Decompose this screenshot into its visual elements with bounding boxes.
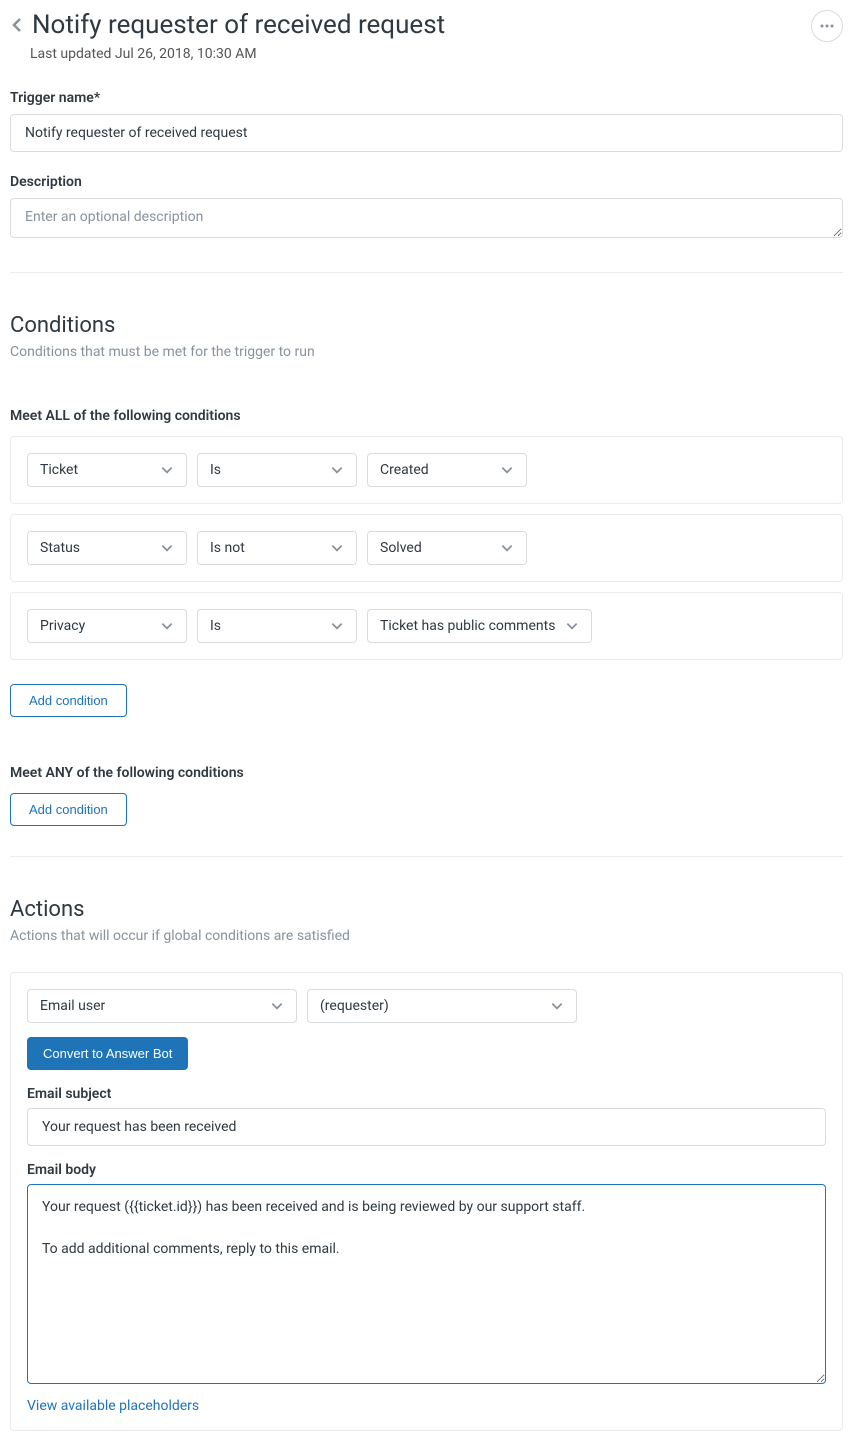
meet-all-label: Meet ALL of the following conditions [10,408,843,424]
actions-subtitle: Actions that will occur if global condit… [10,928,843,944]
condition-field-select[interactable]: Status [27,531,187,565]
chevron-down-icon [330,541,344,555]
select-value: Ticket [40,462,78,478]
select-value: Privacy [40,618,85,634]
chevron-down-icon [500,463,514,477]
condition-value-select[interactable]: Created [367,453,527,487]
conditions-title: Conditions [10,313,843,338]
select-value: Is not [210,540,245,556]
chevron-down-icon [565,619,579,633]
chevron-down-icon [500,541,514,555]
chevron-down-icon [160,619,174,633]
email-subject-label: Email subject [27,1086,826,1102]
select-value: (requester) [320,998,389,1014]
select-value: Ticket has public comments [380,618,555,634]
convert-answer-bot-button[interactable]: Convert to Answer Bot [27,1037,188,1070]
meet-any-label: Meet ANY of the following conditions [10,765,843,781]
condition-field-select[interactable]: Privacy [27,609,187,643]
chevron-down-icon [160,541,174,555]
condition-value-select[interactable]: Ticket has public comments [367,609,592,643]
email-body-input[interactable] [27,1184,826,1384]
back-icon[interactable] [10,17,32,33]
description-input[interactable] [10,198,843,238]
chevron-down-icon [270,999,284,1013]
divider [10,272,843,273]
condition-row: Ticket Is Created [10,436,843,504]
action-type-select[interactable]: Email user [27,989,297,1023]
select-value: Is [210,618,221,634]
chevron-down-icon [160,463,174,477]
chevron-down-icon [330,463,344,477]
conditions-subtitle: Conditions that must be met for the trig… [10,344,843,360]
trigger-name-label: Trigger name* [10,90,843,106]
chevron-down-icon [330,619,344,633]
condition-operator-select[interactable]: Is not [197,531,357,565]
condition-row: Privacy Is Ticket has public comments [10,592,843,660]
more-actions-button[interactable] [811,10,843,42]
action-target-select[interactable]: (requester) [307,989,577,1023]
email-subject-input[interactable] [27,1108,826,1146]
condition-operator-select[interactable]: Is [197,609,357,643]
last-updated: Last updated Jul 26, 2018, 10:30 AM [30,46,843,62]
divider [10,856,843,857]
actions-title: Actions [10,897,843,922]
page-title: Notify requester of received request [32,10,445,40]
add-condition-any-button[interactable]: Add condition [10,793,127,826]
view-placeholders-link[interactable]: View available placeholders [27,1398,199,1414]
add-condition-all-button[interactable]: Add condition [10,684,127,717]
email-body-label: Email body [27,1162,826,1178]
description-label: Description [10,174,843,190]
select-value: Is [210,462,221,478]
chevron-down-icon [550,999,564,1013]
select-value: Created [380,462,429,478]
condition-value-select[interactable]: Solved [367,531,527,565]
condition-row: Status Is not Solved [10,514,843,582]
trigger-name-input[interactable] [10,114,843,152]
select-value: Email user [40,998,105,1014]
condition-field-select[interactable]: Ticket [27,453,187,487]
action-row: Email user (requester) Convert to Answer… [10,972,843,1431]
condition-operator-select[interactable]: Is [197,453,357,487]
select-value: Solved [380,540,422,556]
select-value: Status [40,540,80,556]
